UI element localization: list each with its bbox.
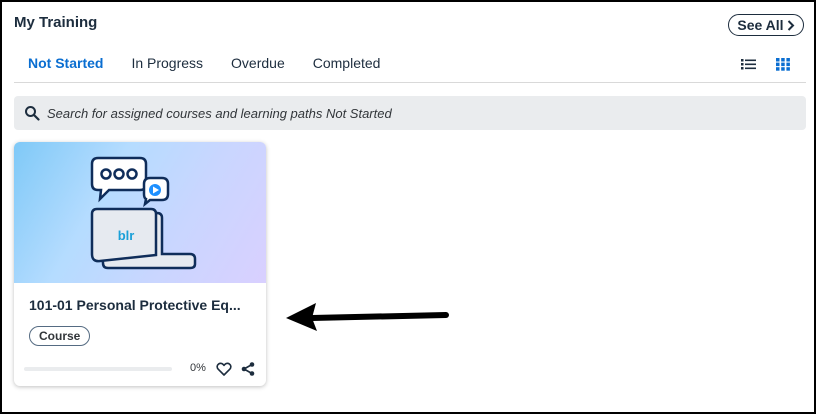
annotation-arrow	[286, 303, 449, 331]
thumbnail-logo-text: blr	[118, 228, 135, 243]
my-training-widget: My Training See All Not Started In Progr…	[0, 0, 816, 414]
see-all-label: See All	[737, 17, 784, 33]
course-type-badge: Course	[29, 326, 91, 346]
widget-title: My Training	[14, 14, 98, 31]
progress-bar	[24, 367, 172, 371]
favorite-heart-icon[interactable]	[216, 361, 232, 377]
grid-view-icon[interactable]	[774, 56, 792, 72]
tab-completed[interactable]: Completed	[299, 52, 395, 79]
view-toggle	[740, 56, 792, 72]
progress-percent: 0%	[190, 362, 206, 374]
chevron-right-icon	[787, 19, 794, 31]
search-input[interactable]: Search for assigned courses and learning…	[14, 96, 806, 130]
course-card[interactable]: blr 101-01 Personal Protective Eq... Cou…	[14, 142, 266, 386]
tab-not-started[interactable]: Not Started	[14, 52, 117, 79]
tab-in-progress[interactable]: In Progress	[117, 52, 217, 79]
tab-bar: Not Started In Progress Overdue Complete…	[14, 52, 394, 82]
list-view-icon[interactable]	[740, 56, 758, 72]
search-icon	[25, 106, 40, 121]
share-icon[interactable]	[240, 361, 256, 377]
tab-divider	[14, 82, 806, 83]
tab-overdue[interactable]: Overdue	[217, 52, 299, 79]
course-title[interactable]: 101-01 Personal Protective Eq...	[29, 297, 254, 313]
course-thumbnail: blr	[14, 142, 266, 283]
see-all-button[interactable]: See All	[728, 14, 804, 36]
search-placeholder: Search for assigned courses and learning…	[47, 105, 392, 121]
